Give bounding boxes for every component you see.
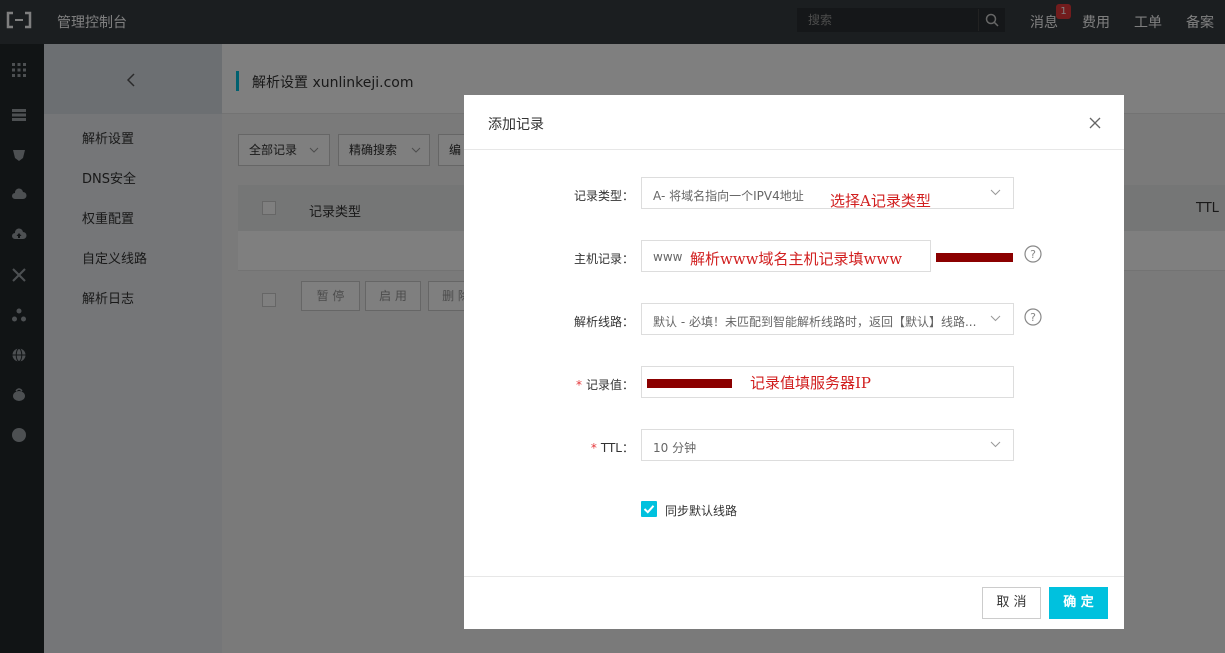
record-type-value: A- 将域名指向一个IPV4地址: [653, 189, 804, 203]
chevron-down-icon: [990, 189, 1001, 196]
sync-default-line-label[interactable]: 同步默认线路: [665, 502, 737, 519]
resolution-line-value: 默认 - 必填！未匹配到智能解析线路时，返回【默认】线路...: [653, 315, 977, 329]
help-icon[interactable]: ?: [1024, 308, 1042, 326]
chevron-down-icon: [990, 441, 1001, 448]
close-icon[interactable]: [1088, 116, 1102, 130]
cancel-button[interactable]: 取 消: [982, 587, 1041, 619]
record-value-label-text: 记录值：: [585, 378, 634, 392]
dialog-header-divider: [464, 149, 1124, 150]
ttl-value: 10 分钟: [653, 441, 697, 455]
checkmark-icon: [643, 505, 655, 514]
ttl-label: * TTL：: [590, 441, 634, 455]
record-value-label: * 记录值：: [575, 378, 634, 392]
sync-default-line-checkbox[interactable]: [641, 501, 657, 517]
record-type-label: 记录类型：: [573, 189, 634, 203]
resolution-line-select[interactable]: 默认 - 必填！未匹配到智能解析线路时，返回【默认】线路...: [641, 303, 1014, 335]
redacted-domain-suffix: [936, 253, 1013, 262]
annotation-host-record: 解析www域名主机记录填www: [690, 250, 903, 268]
help-icon[interactable]: ?: [1024, 245, 1042, 263]
add-record-dialog: 添加记录 记录类型： A- 将域名指向一个IPV4地址 选择A记录类型 主机记录…: [464, 95, 1124, 629]
confirm-button[interactable]: 确 定: [1049, 587, 1108, 619]
annotation-record-value: 记录值填服务器IP: [750, 374, 872, 392]
record-type-select[interactable]: A- 将域名指向一个IPV4地址: [641, 177, 1014, 209]
annotation-record-type: 选择A记录类型: [830, 192, 931, 210]
dialog-footer-divider: [464, 576, 1124, 577]
ttl-select[interactable]: 10 分钟: [641, 429, 1014, 461]
host-record-label: 主机记录：: [573, 252, 634, 266]
svg-text:?: ?: [1030, 248, 1036, 261]
dialog-title: 添加记录: [488, 117, 544, 133]
ttl-label-text: TTL：: [600, 441, 634, 455]
host-record-value: www: [653, 250, 683, 264]
resolution-line-label: 解析线路：: [573, 315, 634, 329]
svg-text:?: ?: [1030, 311, 1036, 324]
chevron-down-icon: [990, 315, 1001, 322]
redacted-server-ip: [647, 379, 732, 388]
